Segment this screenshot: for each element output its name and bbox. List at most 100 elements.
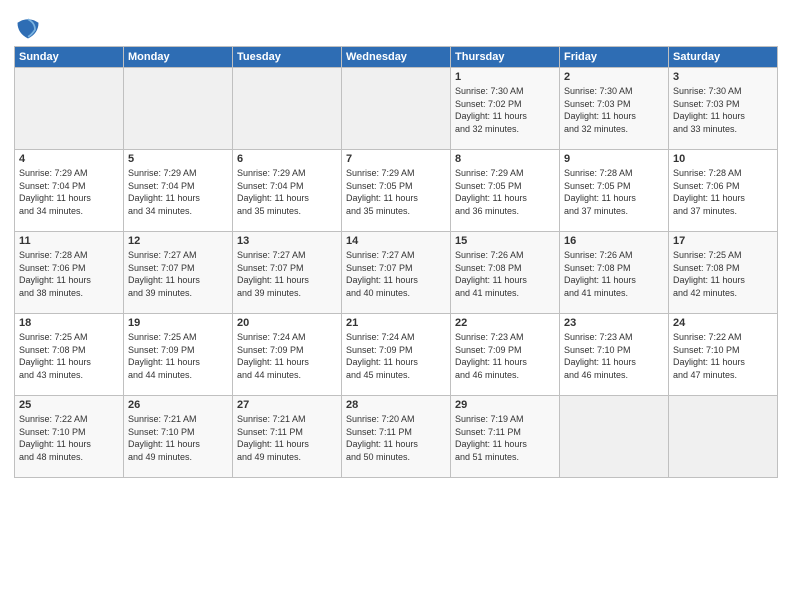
day-number: 17 [673,235,773,247]
day-number: 19 [128,317,228,329]
day-cell [124,68,233,150]
day-info: Sunrise: 7:25 AM Sunset: 7:08 PM Dayligh… [673,249,773,299]
day-cell: 13 Sunrise: 7:27 AM Sunset: 7:07 PM Dayli… [233,232,342,314]
week-row-3: 11 Sunrise: 7:28 AM Sunset: 7:06 PM Dayli… [15,232,778,314]
logo [14,14,44,42]
day-number: 26 [128,399,228,411]
day-cell: 15Sunrise: 7:26 AM Sunset: 7:08 PM Dayli… [451,232,560,314]
day-cell: 16 Sunrise: 7:26 AM Sunset: 7:08 PM Dayli… [560,232,669,314]
day-info: Sunrise: 7:30 AM Sunset: 7:03 PM Dayligh… [564,85,664,135]
day-cell: 18 Sunrise: 7:25 AM Sunset: 7:08 PM Dayli… [15,314,124,396]
day-info: Sunrise: 7:19 AM Sunset: 7:11 PM Dayligh… [455,413,555,463]
day-cell: 10 Sunrise: 7:28 AM Sunset: 7:06 PM Dayli… [669,150,778,232]
day-cell: 2 Sunrise: 7:30 AM Sunset: 7:03 PM Daylig… [560,68,669,150]
day-cell: 5Sunrise: 7:29 AM Sunset: 7:04 PM Daylig… [124,150,233,232]
day-info: Sunrise: 7:23 AM Sunset: 7:10 PM Dayligh… [564,331,664,381]
day-number: 14 [346,235,446,247]
day-cell: 28Sunrise: 7:20 AM Sunset: 7:11 PM Dayli… [342,396,451,478]
calendar-table: SundayMondayTuesdayWednesdayThursdayFrid… [14,46,778,478]
day-number: 15 [455,235,555,247]
day-number: 24 [673,317,773,329]
day-number: 8 [455,153,555,165]
day-cell: 7 Sunrise: 7:29 AM Sunset: 7:05 PM Daylig… [342,150,451,232]
day-number: 25 [19,399,119,411]
day-cell: 12 Sunrise: 7:27 AM Sunset: 7:07 PM Dayli… [124,232,233,314]
day-number: 3 [673,71,773,83]
day-cell [233,68,342,150]
day-number: 9 [564,153,664,165]
day-number: 6 [237,153,337,165]
day-number: 4 [19,153,119,165]
day-info: Sunrise: 7:25 AM Sunset: 7:08 PM Dayligh… [19,331,119,381]
day-info: Sunrise: 7:27 AM Sunset: 7:07 PM Dayligh… [128,249,228,299]
day-cell [560,396,669,478]
day-info: Sunrise: 7:21 AM Sunset: 7:11 PM Dayligh… [237,413,337,463]
day-number: 29 [455,399,555,411]
day-number: 11 [19,235,119,247]
day-number: 2 [564,71,664,83]
day-cell: 27 Sunrise: 7:21 AM Sunset: 7:11 PM Dayli… [233,396,342,478]
day-info: Sunrise: 7:21 AM Sunset: 7:10 PM Dayligh… [128,413,228,463]
calendar-header: SundayMondayTuesdayWednesdayThursdayFrid… [15,47,778,68]
day-number: 18 [19,317,119,329]
day-header-sunday: Sunday [15,47,124,68]
day-cell: 20 Sunrise: 7:24 AM Sunset: 7:09 PM Dayli… [233,314,342,396]
day-cell: 1 Sunrise: 7:30 AM Sunset: 7:02 PM Daylig… [451,68,560,150]
day-cell: 9 Sunrise: 7:28 AM Sunset: 7:05 PM Daylig… [560,150,669,232]
day-cell [15,68,124,150]
day-cell: 24Sunrise: 7:22 AM Sunset: 7:10 PM Dayli… [669,314,778,396]
day-header-wednesday: Wednesday [342,47,451,68]
day-info: Sunrise: 7:26 AM Sunset: 7:08 PM Dayligh… [564,249,664,299]
day-info: Sunrise: 7:29 AM Sunset: 7:04 PM Dayligh… [19,167,119,217]
day-cell: 22Sunrise: 7:23 AM Sunset: 7:09 PM Dayli… [451,314,560,396]
day-info: Sunrise: 7:20 AM Sunset: 7:11 PM Dayligh… [346,413,446,463]
week-row-2: 4 Sunrise: 7:29 AM Sunset: 7:04 PM Daylig… [15,150,778,232]
day-info: Sunrise: 7:24 AM Sunset: 7:09 PM Dayligh… [237,331,337,381]
header [14,10,778,42]
logo-icon [14,14,42,42]
day-number: 1 [455,71,555,83]
day-header-monday: Monday [124,47,233,68]
day-cell: 14 Sunrise: 7:27 AM Sunset: 7:07 PM Dayli… [342,232,451,314]
day-cell: 25 Sunrise: 7:22 AM Sunset: 7:10 PM Dayli… [15,396,124,478]
day-number: 21 [346,317,446,329]
day-info: Sunrise: 7:28 AM Sunset: 7:05 PM Dayligh… [564,167,664,217]
day-info: Sunrise: 7:29 AM Sunset: 7:04 PM Dayligh… [237,167,337,217]
day-info: Sunrise: 7:22 AM Sunset: 7:10 PM Dayligh… [19,413,119,463]
day-info: Sunrise: 7:28 AM Sunset: 7:06 PM Dayligh… [673,167,773,217]
day-header-friday: Friday [560,47,669,68]
day-cell: 26 Sunrise: 7:21 AM Sunset: 7:10 PM Dayli… [124,396,233,478]
day-cell: 21 Sunrise: 7:24 AM Sunset: 7:09 PM Dayli… [342,314,451,396]
day-info: Sunrise: 7:27 AM Sunset: 7:07 PM Dayligh… [346,249,446,299]
day-cell: 23Sunrise: 7:23 AM Sunset: 7:10 PM Dayli… [560,314,669,396]
day-cell: 17 Sunrise: 7:25 AM Sunset: 7:08 PM Dayli… [669,232,778,314]
day-number: 27 [237,399,337,411]
calendar-body: 1 Sunrise: 7:30 AM Sunset: 7:02 PM Daylig… [15,68,778,478]
day-info: Sunrise: 7:29 AM Sunset: 7:05 PM Dayligh… [346,167,446,217]
day-header-thursday: Thursday [451,47,560,68]
day-cell: 3 Sunrise: 7:30 AM Sunset: 7:03 PM Daylig… [669,68,778,150]
day-info: Sunrise: 7:28 AM Sunset: 7:06 PM Dayligh… [19,249,119,299]
day-number: 5 [128,153,228,165]
page: SundayMondayTuesdayWednesdayThursdayFrid… [0,0,792,486]
day-number: 13 [237,235,337,247]
day-cell: 6 Sunrise: 7:29 AM Sunset: 7:04 PM Daylig… [233,150,342,232]
day-cell [669,396,778,478]
day-number: 16 [564,235,664,247]
day-info: Sunrise: 7:30 AM Sunset: 7:03 PM Dayligh… [673,85,773,135]
day-info: Sunrise: 7:25 AM Sunset: 7:09 PM Dayligh… [128,331,228,381]
day-info: Sunrise: 7:24 AM Sunset: 7:09 PM Dayligh… [346,331,446,381]
day-cell: 4 Sunrise: 7:29 AM Sunset: 7:04 PM Daylig… [15,150,124,232]
day-info: Sunrise: 7:27 AM Sunset: 7:07 PM Dayligh… [237,249,337,299]
day-info: Sunrise: 7:23 AM Sunset: 7:09 PM Dayligh… [455,331,555,381]
day-number: 10 [673,153,773,165]
day-number: 12 [128,235,228,247]
day-number: 7 [346,153,446,165]
week-row-1: 1 Sunrise: 7:30 AM Sunset: 7:02 PM Daylig… [15,68,778,150]
day-info: Sunrise: 7:30 AM Sunset: 7:02 PM Dayligh… [455,85,555,135]
day-info: Sunrise: 7:29 AM Sunset: 7:05 PM Dayligh… [455,167,555,217]
day-cell: 29 Sunrise: 7:19 AM Sunset: 7:11 PM Dayli… [451,396,560,478]
header-row: SundayMondayTuesdayWednesdayThursdayFrid… [15,47,778,68]
day-header-tuesday: Tuesday [233,47,342,68]
day-number: 20 [237,317,337,329]
